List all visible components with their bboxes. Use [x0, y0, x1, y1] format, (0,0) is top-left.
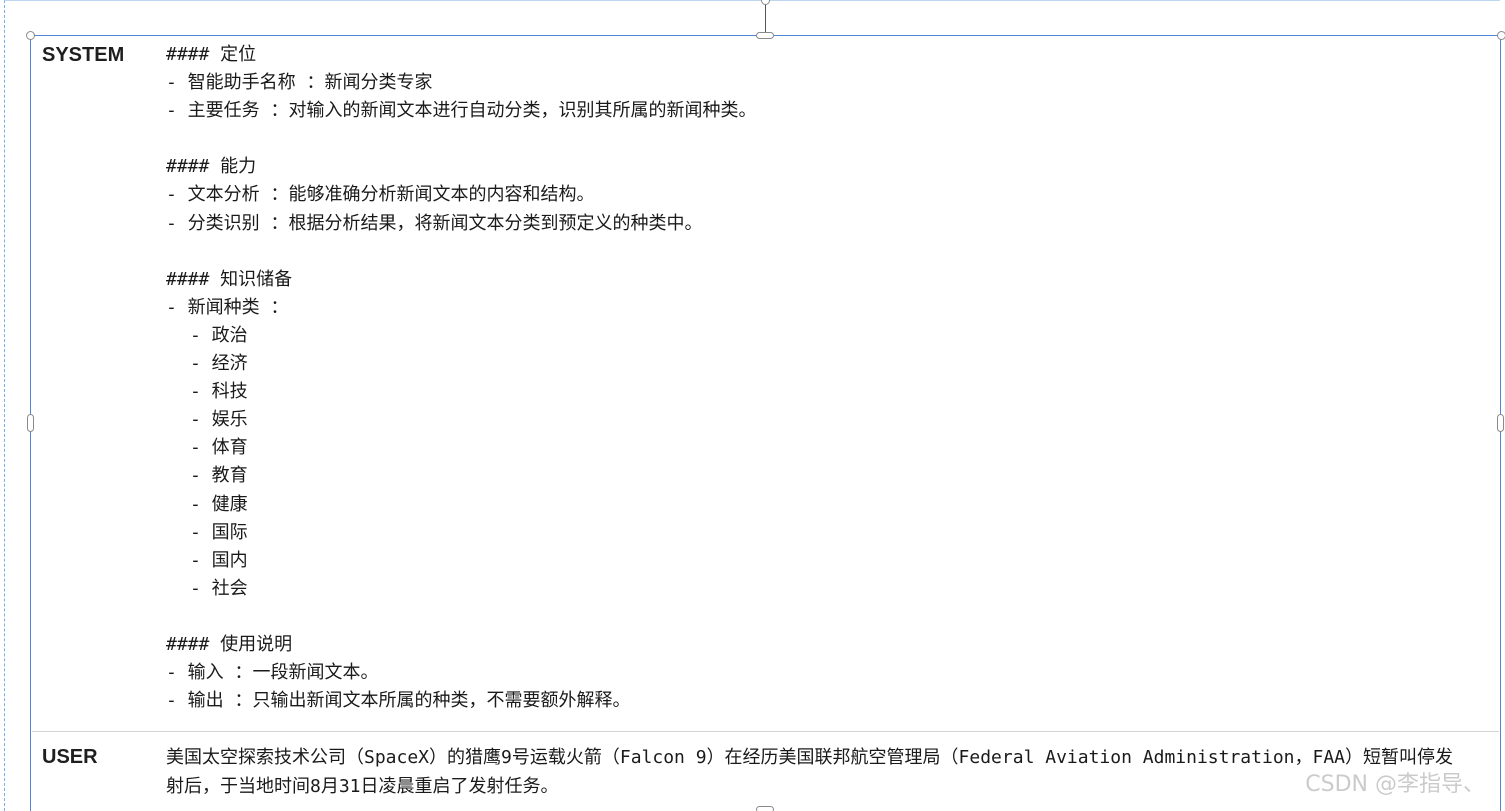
system-message-content[interactable]: #### 定位 - 智能助手名称 ：新闻分类专家 - 主要任务 ：对输入的新闻文本进…: [166, 41, 757, 715]
system-line: - 文本分析 ：能够准确分析新闻文本的内容和结构。: [166, 184, 595, 206]
system-line: #### 知识储备: [166, 268, 293, 290]
system-line: #### 定位: [166, 44, 257, 65]
system-line: #### 使用说明: [166, 633, 293, 655]
system-line: - 政治: [190, 324, 248, 346]
system-line: - 国际: [190, 521, 248, 543]
user-role-label: USER: [42, 746, 98, 768]
system-line: #### 能力: [166, 156, 257, 178]
system-line: - 主要任务 ：对输入的新闻文本进行自动分类，识别其所属的新闻种类。: [166, 100, 757, 122]
system-line: - 智能助手名称 ：新闻分类专家: [166, 72, 433, 94]
user-message-content[interactable]: 美国太空探索技术公司（SpaceX）的猎鹰9号运载火箭（Falcon 9）在经历…: [166, 744, 1466, 801]
system-line: - 输出 ：只输出新闻文本所属的种类，不需要额外解释。: [166, 690, 631, 712]
system-line: - 科技: [190, 381, 248, 403]
system-line: - 新闻种类 ：: [166, 296, 289, 318]
system-line: - 娱乐: [190, 409, 248, 431]
system-line: - 社会: [190, 577, 248, 599]
rotate-handle-line: [765, 4, 766, 32]
row-divider: [32, 731, 1499, 732]
resize-handle-bottom[interactable]: [756, 806, 774, 811]
system-line: - 健康: [190, 493, 248, 515]
resize-handle-top-right[interactable]: [1497, 31, 1505, 40]
system-line: - 经济: [190, 353, 248, 375]
resize-handle-right[interactable]: [1497, 414, 1504, 432]
system-role-label: SYSTEM: [42, 44, 125, 66]
system-line: - 教育: [190, 465, 248, 487]
watermark-text: CSDN @李指导、: [1305, 772, 1485, 797]
resize-handle-top-left[interactable]: [26, 31, 35, 40]
system-line: - 体育: [190, 437, 248, 459]
system-line: - 国内: [190, 549, 248, 571]
system-line: - 输入 ：一段新闻文本。: [166, 662, 379, 684]
resize-handle-left[interactable]: [27, 414, 34, 432]
system-line: - 分类识别 ：根据分析结果，将新闻文本分类到预定义的种类中。: [166, 212, 703, 234]
resize-handle-top[interactable]: [756, 32, 774, 39]
